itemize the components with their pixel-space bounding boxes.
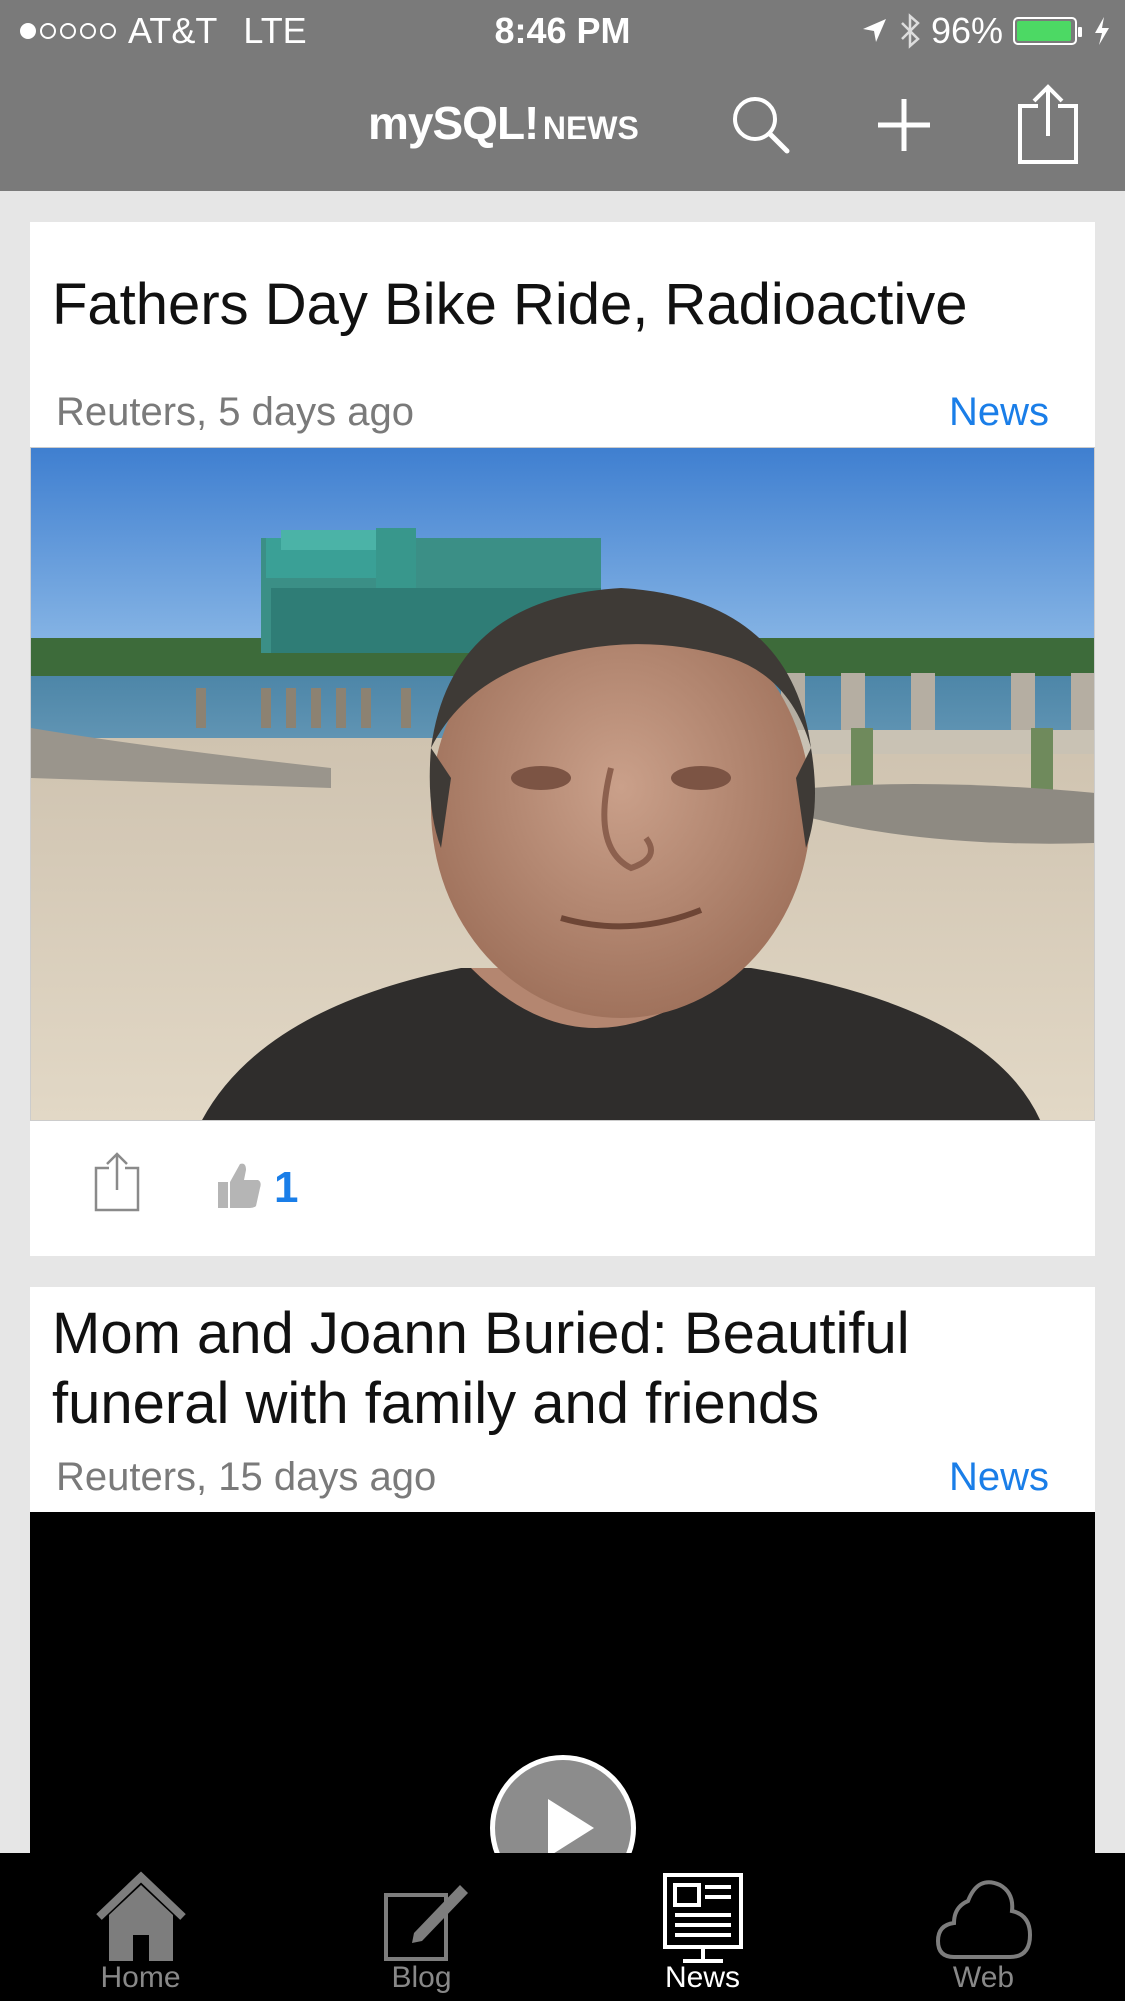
article-title[interactable]: Fathers Day Bike Ride, Radioactive — [52, 270, 1073, 340]
tab-label: Blog — [391, 1961, 452, 1994]
thumbs-up-icon — [218, 1163, 261, 1208]
tab-news[interactable]: News — [562, 1853, 843, 2001]
video-player[interactable] — [30, 1512, 1095, 1912]
tab-label: News — [664, 1961, 740, 1994]
selfie-photo-image — [31, 448, 1094, 1120]
article-card[interactable]: Mom and Joann Buried: Beautiful funeral … — [30, 1287, 1095, 1912]
tab-label: Home — [100, 1961, 181, 1994]
share-icon — [1018, 84, 1078, 164]
newspaper-icon — [662, 1873, 743, 1963]
bluetooth-icon — [901, 13, 920, 49]
share-icon — [94, 1152, 140, 1212]
article-category-link[interactable]: News — [949, 390, 1049, 435]
tab-home[interactable]: Home — [0, 1853, 281, 2001]
tab-bar: Home Blog News Web — [0, 1853, 1125, 2001]
search-button[interactable] — [716, 80, 806, 170]
like-count: 1 — [274, 1163, 299, 1212]
battery-percent: 96% — [930, 10, 1003, 51]
share-button[interactable] — [1003, 80, 1093, 170]
article-title[interactable]: Mom and Joann Buried: Beautiful funeral … — [52, 1299, 1073, 1439]
blog-edit-icon — [383, 1885, 468, 1961]
article-source: Reuters, 5 days ago — [56, 390, 414, 434]
search-icon — [733, 97, 790, 154]
charging-bolt-icon — [1095, 17, 1109, 45]
like-button[interactable]: 1 — [216, 1160, 298, 1210]
add-button[interactable] — [859, 80, 949, 170]
logo-sub: NEWS — [542, 110, 639, 146]
tab-web[interactable]: Web — [843, 1853, 1124, 2001]
home-icon — [95, 1871, 186, 1961]
article-category-link[interactable]: News — [949, 1455, 1049, 1500]
logo-main: mySQL! — [368, 97, 539, 149]
article-card[interactable]: Fathers Day Bike Ride, Radioactive Reute… — [30, 222, 1095, 1256]
plus-icon — [878, 99, 930, 151]
top-bar: AT&T LTE 8:46 PM 96% mySQL! NEWS — [0, 0, 1125, 191]
tab-blog[interactable]: Blog — [281, 1853, 562, 2001]
article-source: Reuters, 15 days ago — [56, 1455, 437, 1499]
article-photo[interactable] — [30, 447, 1095, 1121]
article-share-button[interactable] — [94, 1152, 140, 1217]
app-logo: mySQL! NEWS — [368, 96, 639, 150]
location-arrow-icon — [862, 19, 886, 42]
cloud-icon — [935, 1880, 1032, 1959]
battery-icon — [1013, 17, 1082, 45]
status-right: 96% — [859, 10, 1111, 52]
status-bar: AT&T LTE 8:46 PM 96% — [0, 0, 1125, 62]
tab-label: Web — [952, 1961, 1015, 1994]
